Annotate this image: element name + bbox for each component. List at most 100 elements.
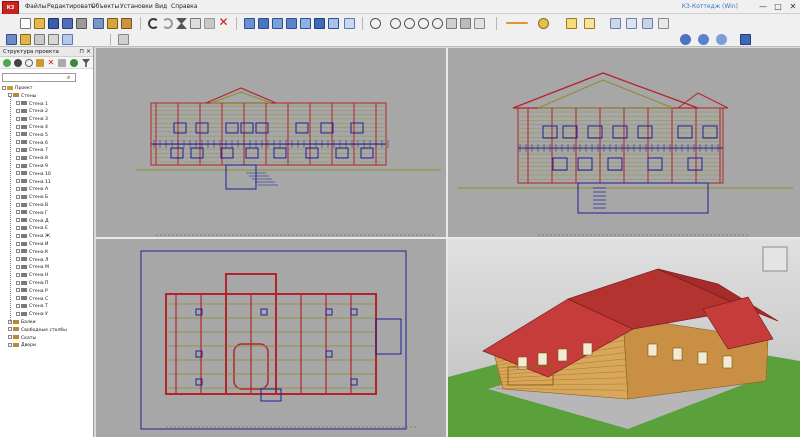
minimize-button[interactable]: — [756, 1, 770, 12]
redo-icon[interactable] [162, 18, 173, 29]
tree-item-wall[interactable]: Стена А [16, 186, 48, 194]
pan-icon[interactable] [446, 18, 457, 29]
3d-viewport[interactable] [448, 239, 800, 437]
display-mode-icon[interactable] [740, 34, 751, 45]
maximize-button[interactable]: □ [771, 1, 785, 12]
menu-settings[interactable]: Установки [120, 3, 153, 10]
ortho-icon[interactable] [626, 18, 637, 29]
filter-icon[interactable] [14, 59, 22, 67]
zoom-all-icon[interactable] [432, 18, 443, 29]
tree-item-wall[interactable]: Стена 2 [16, 108, 48, 116]
side-elevation-viewport[interactable] [448, 48, 800, 237]
export-icon[interactable] [93, 18, 104, 29]
zoom-out-icon[interactable] [404, 18, 415, 29]
copy-item-icon[interactable] [58, 59, 66, 67]
grid-icon[interactable] [610, 18, 621, 29]
expand-toggle-icon[interactable] [8, 327, 12, 332]
tree-item-wall[interactable]: Стена Е [16, 225, 48, 233]
house-icon[interactable] [107, 18, 118, 29]
expand-toggle-icon[interactable] [16, 303, 20, 308]
tree-item-wall[interactable]: Стена 8 [16, 155, 48, 163]
view-cube-icon[interactable] [344, 18, 355, 29]
tree-item-wall[interactable]: Стена Б [16, 194, 48, 202]
expand-toggle-icon[interactable] [16, 108, 20, 113]
search-icon[interactable]: ⌕ [67, 74, 70, 82]
select-icon[interactable] [62, 34, 73, 45]
tree-item-wall[interactable]: Стена П [16, 280, 48, 288]
catalog-icon[interactable] [121, 18, 132, 29]
print-icon[interactable] [76, 18, 87, 29]
tree-item-wall[interactable]: Стена 3 [16, 116, 48, 124]
expand-toggle-icon[interactable] [16, 225, 20, 230]
expand-toggle-icon[interactable] [16, 202, 20, 207]
front-elevation-viewport[interactable] [96, 48, 446, 237]
search-input[interactable] [2, 73, 76, 82]
expand-toggle-icon[interactable] [16, 288, 20, 293]
tree-group[interactable]: Свободные столбы [8, 327, 67, 335]
delete-icon[interactable]: ✕ [218, 16, 229, 28]
expand-toggle-icon[interactable] [16, 257, 20, 262]
orbit-icon[interactable] [698, 34, 709, 45]
expand-toggle-icon[interactable] [16, 147, 20, 152]
tree-group-walls[interactable]: Стены [8, 93, 36, 101]
snap-point-icon[interactable] [566, 18, 577, 29]
tree-item-wall[interactable]: Стена И [16, 241, 48, 249]
expand-toggle-icon[interactable] [16, 194, 20, 199]
tree-item-wall[interactable]: Стена 5 [16, 132, 48, 140]
viewport-splitter-vertical[interactable] [446, 48, 448, 437]
tree-item-wall[interactable]: Стена 9 [16, 163, 48, 171]
view-left-icon[interactable] [272, 18, 283, 29]
pencil-icon[interactable] [6, 34, 17, 45]
funnel-icon[interactable] [82, 59, 90, 67]
menu-file[interactable]: Файлы [25, 3, 46, 10]
properties-icon[interactable] [658, 18, 669, 29]
tree-item-wall[interactable]: Стена 4 [16, 124, 48, 132]
tree-item-wall[interactable]: Стена К [16, 249, 48, 257]
hide-icon[interactable] [25, 59, 33, 67]
expand-toggle-icon[interactable] [16, 233, 20, 238]
tree-item-wall[interactable]: Стена 10 [16, 171, 51, 179]
tree-item-wall[interactable]: Стена У [16, 311, 48, 319]
copy-icon[interactable] [190, 18, 201, 29]
open-icon[interactable] [34, 18, 45, 29]
view-back-icon[interactable] [258, 18, 269, 29]
wall-tool-icon[interactable] [20, 34, 31, 45]
menu-view[interactable]: Вид [155, 3, 167, 10]
expand-toggle-icon[interactable] [16, 186, 20, 191]
tree-item-wall[interactable]: Стена Г [16, 210, 48, 218]
expand-toggle-icon[interactable] [16, 163, 20, 168]
view-top-icon[interactable] [300, 18, 311, 29]
expand-toggle-icon[interactable] [16, 140, 20, 145]
expand-toggle-icon[interactable] [2, 85, 6, 90]
rotate-icon[interactable] [460, 18, 471, 29]
focus-icon[interactable] [716, 34, 727, 45]
menu-help[interactable]: Справка [171, 3, 197, 10]
expand-toggle-icon[interactable] [16, 155, 20, 160]
tree-item-wall[interactable]: Стена Ж [16, 233, 50, 241]
menu-edit[interactable]: Редактировать [47, 3, 95, 10]
floor-plan-viewport[interactable] [96, 239, 446, 437]
tree-item-wall[interactable]: Стена В [16, 202, 48, 210]
expand-toggle-icon[interactable] [16, 116, 20, 121]
expand-toggle-icon[interactable] [16, 218, 20, 223]
target-icon[interactable] [680, 34, 691, 45]
menu-objects[interactable]: Объекты [91, 3, 119, 10]
save-icon[interactable] [48, 18, 59, 29]
refresh-icon[interactable] [3, 59, 11, 67]
tree-item-wall[interactable]: Стена 7 [16, 147, 48, 155]
expand-toggle-icon[interactable] [16, 101, 20, 106]
view-front-icon[interactable] [244, 18, 255, 29]
move-icon[interactable] [584, 18, 595, 29]
expand-toggle-icon[interactable] [8, 335, 12, 340]
view-3d-icon[interactable] [314, 18, 325, 29]
expand-toggle-icon[interactable] [16, 124, 20, 129]
expand-toggle-icon[interactable] [16, 280, 20, 285]
tree-item-wall[interactable]: Стена 6 [16, 140, 48, 148]
zoom-in-icon[interactable] [390, 18, 401, 29]
tree-item-wall[interactable]: Стена С [16, 296, 48, 304]
expand-toggle-icon[interactable] [16, 296, 20, 301]
tree-item-wall[interactable]: Стена Р [16, 288, 48, 296]
tree-item-wall[interactable]: Стена Л [16, 257, 48, 265]
tree-root-project[interactable]: Проект [2, 85, 32, 93]
close-button[interactable]: ✕ [786, 1, 800, 12]
